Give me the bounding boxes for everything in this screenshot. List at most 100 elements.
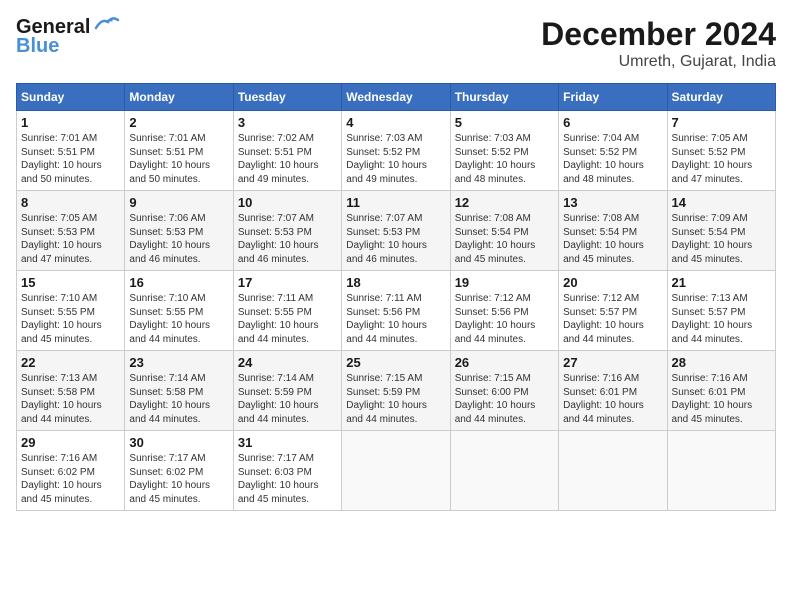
calendar-cell: 24 Sunrise: 7:14 AMSunset: 5:59 PMDayligh… — [233, 351, 341, 431]
day-number: 7 — [672, 115, 771, 130]
day-info: Sunrise: 7:01 AMSunset: 5:51 PMDaylight:… — [129, 132, 228, 186]
day-info: Sunrise: 7:08 AMSunset: 5:54 PMDaylight:… — [563, 212, 662, 266]
day-number: 24 — [238, 355, 337, 370]
day-info: Sunrise: 7:14 AMSunset: 5:58 PMDaylight:… — [129, 372, 228, 426]
day-number: 27 — [563, 355, 662, 370]
calendar-cell: 8Sunrise: 7:05 AMSunset: 5:53 PMDaylight… — [17, 191, 125, 271]
weekday-header-wednesday: Wednesday — [342, 84, 450, 111]
header: General Blue December 2024 Umreth, Gujar… — [16, 16, 776, 71]
day-number: 26 — [455, 355, 554, 370]
day-info: Sunrise: 7:09 AMSunset: 5:54 PMDaylight:… — [672, 212, 771, 266]
calendar-body: 1 Sunrise: 7:01 AMSunset: 5:51 PMDaylight… — [17, 111, 776, 511]
week-row-3: 15 Sunrise: 7:10 AMSunset: 5:55 PMDayligh… — [17, 271, 776, 351]
calendar-cell: 28 Sunrise: 7:16 AMSunset: 6:01 PMDayligh… — [667, 351, 775, 431]
day-number: 14 — [672, 195, 771, 210]
calendar-table: SundayMondayTuesdayWednesdayThursdayFrid… — [16, 83, 776, 511]
day-info: Sunrise: 7:12 AMSunset: 5:56 PMDaylight:… — [455, 292, 554, 346]
month-title: December 2024 — [541, 16, 776, 53]
calendar-cell: 21 Sunrise: 7:13 AMSunset: 5:57 PMDayligh… — [667, 271, 775, 351]
day-info: Sunrise: 7:15 AMSunset: 5:59 PMDaylight:… — [346, 372, 445, 426]
weekday-header-friday: Friday — [559, 84, 667, 111]
calendar-cell: 17 Sunrise: 7:11 AMSunset: 5:55 PMDayligh… — [233, 271, 341, 351]
calendar-cell: 29 Sunrise: 7:16 AMSunset: 6:02 PMDayligh… — [17, 431, 125, 511]
day-info: Sunrise: 7:13 AMSunset: 5:58 PMDaylight:… — [21, 372, 120, 426]
day-number: 15 — [21, 275, 120, 290]
calendar-cell: 18 Sunrise: 7:11 AMSunset: 5:56 PMDayligh… — [342, 271, 450, 351]
day-info: Sunrise: 7:04 AMSunset: 5:52 PMDaylight:… — [563, 132, 662, 186]
day-number: 11 — [346, 195, 445, 210]
calendar-cell: 11 Sunrise: 7:07 AMSunset: 5:53 PMDayligh… — [342, 191, 450, 271]
logo-bird-icon — [92, 14, 120, 34]
calendar-cell — [450, 431, 558, 511]
calendar-cell — [667, 431, 775, 511]
day-number: 2 — [129, 115, 228, 130]
day-number: 23 — [129, 355, 228, 370]
day-number: 5 — [455, 115, 554, 130]
calendar-cell: 13Sunrise: 7:08 AMSunset: 5:54 PMDayligh… — [559, 191, 667, 271]
day-info: Sunrise: 7:05 AMSunset: 5:52 PMDaylight:… — [672, 132, 771, 186]
day-number: 17 — [238, 275, 337, 290]
calendar-cell: 23 Sunrise: 7:14 AMSunset: 5:58 PMDayligh… — [125, 351, 233, 431]
day-info: Sunrise: 7:14 AMSunset: 5:59 PMDaylight:… — [238, 372, 337, 426]
day-info: Sunrise: 7:13 AMSunset: 5:57 PMDaylight:… — [672, 292, 771, 346]
location-title: Umreth, Gujarat, India — [541, 53, 776, 71]
day-number: 20 — [563, 275, 662, 290]
day-number: 18 — [346, 275, 445, 290]
calendar-cell: 30 Sunrise: 7:17 AMSunset: 6:02 PMDayligh… — [125, 431, 233, 511]
day-info: Sunrise: 7:10 AMSunset: 5:55 PMDaylight:… — [129, 292, 228, 346]
week-row-5: 29 Sunrise: 7:16 AMSunset: 6:02 PMDayligh… — [17, 431, 776, 511]
calendar-cell: 2 Sunrise: 7:01 AMSunset: 5:51 PMDaylight… — [125, 111, 233, 191]
day-number: 3 — [238, 115, 337, 130]
day-info: Sunrise: 7:10 AMSunset: 5:55 PMDaylight:… — [21, 292, 120, 346]
day-info: Sunrise: 7:06 AMSunset: 5:53 PMDaylight:… — [129, 212, 228, 266]
weekday-header-row: SundayMondayTuesdayWednesdayThursdayFrid… — [17, 84, 776, 111]
calendar-cell: 31Sunrise: 7:17 AMSunset: 6:03 PMDayligh… — [233, 431, 341, 511]
weekday-header-saturday: Saturday — [667, 84, 775, 111]
day-number: 1 — [21, 115, 120, 130]
day-info: Sunrise: 7:16 AMSunset: 6:01 PMDaylight:… — [672, 372, 771, 426]
week-row-4: 22 Sunrise: 7:13 AMSunset: 5:58 PMDayligh… — [17, 351, 776, 431]
day-number: 22 — [21, 355, 120, 370]
calendar-cell: 15 Sunrise: 7:10 AMSunset: 5:55 PMDayligh… — [17, 271, 125, 351]
calendar-cell: 6Sunrise: 7:04 AMSunset: 5:52 PMDaylight… — [559, 111, 667, 191]
calendar-cell: 5 Sunrise: 7:03 AMSunset: 5:52 PMDaylight… — [450, 111, 558, 191]
weekday-header-tuesday: Tuesday — [233, 84, 341, 111]
calendar-cell: 26 Sunrise: 7:15 AMSunset: 6:00 PMDayligh… — [450, 351, 558, 431]
day-number: 10 — [238, 195, 337, 210]
calendar-cell — [559, 431, 667, 511]
day-info: Sunrise: 7:15 AMSunset: 6:00 PMDaylight:… — [455, 372, 554, 426]
calendar-cell: 4Sunrise: 7:03 AMSunset: 5:52 PMDaylight… — [342, 111, 450, 191]
logo: General Blue — [16, 16, 120, 58]
weekday-header-monday: Monday — [125, 84, 233, 111]
day-number: 19 — [455, 275, 554, 290]
day-info: Sunrise: 7:03 AMSunset: 5:52 PMDaylight:… — [455, 132, 554, 186]
day-info: Sunrise: 7:12 AMSunset: 5:57 PMDaylight:… — [563, 292, 662, 346]
calendar-cell: 12Sunrise: 7:08 AMSunset: 5:54 PMDayligh… — [450, 191, 558, 271]
calendar-cell: 9 Sunrise: 7:06 AMSunset: 5:53 PMDaylight… — [125, 191, 233, 271]
day-info: Sunrise: 7:01 AMSunset: 5:51 PMDaylight:… — [21, 132, 120, 186]
calendar-cell: 1 Sunrise: 7:01 AMSunset: 5:51 PMDaylight… — [17, 111, 125, 191]
calendar-cell: 10Sunrise: 7:07 AMSunset: 5:53 PMDayligh… — [233, 191, 341, 271]
day-info: Sunrise: 7:11 AMSunset: 5:55 PMDaylight:… — [238, 292, 337, 346]
calendar-cell: 3Sunrise: 7:02 AMSunset: 5:51 PMDaylight… — [233, 111, 341, 191]
day-number: 9 — [129, 195, 228, 210]
week-row-2: 8Sunrise: 7:05 AMSunset: 5:53 PMDaylight… — [17, 191, 776, 271]
weekday-header-sunday: Sunday — [17, 84, 125, 111]
day-info: Sunrise: 7:07 AMSunset: 5:53 PMDaylight:… — [346, 212, 445, 266]
day-number: 28 — [672, 355, 771, 370]
week-row-1: 1 Sunrise: 7:01 AMSunset: 5:51 PMDaylight… — [17, 111, 776, 191]
day-info: Sunrise: 7:08 AMSunset: 5:54 PMDaylight:… — [455, 212, 554, 266]
day-number: 21 — [672, 275, 771, 290]
day-number: 8 — [21, 195, 120, 210]
day-info: Sunrise: 7:16 AMSunset: 6:02 PMDaylight:… — [21, 452, 120, 506]
day-number: 30 — [129, 435, 228, 450]
calendar-cell: 14 Sunrise: 7:09 AMSunset: 5:54 PMDayligh… — [667, 191, 775, 271]
day-info: Sunrise: 7:11 AMSunset: 5:56 PMDaylight:… — [346, 292, 445, 346]
day-info: Sunrise: 7:03 AMSunset: 5:52 PMDaylight:… — [346, 132, 445, 186]
day-number: 16 — [129, 275, 228, 290]
day-number: 29 — [21, 435, 120, 450]
day-info: Sunrise: 7:17 AMSunset: 6:02 PMDaylight:… — [129, 452, 228, 506]
day-number: 31 — [238, 435, 337, 450]
calendar-cell: 27 Sunrise: 7:16 AMSunset: 6:01 PMDayligh… — [559, 351, 667, 431]
day-info: Sunrise: 7:16 AMSunset: 6:01 PMDaylight:… — [563, 372, 662, 426]
